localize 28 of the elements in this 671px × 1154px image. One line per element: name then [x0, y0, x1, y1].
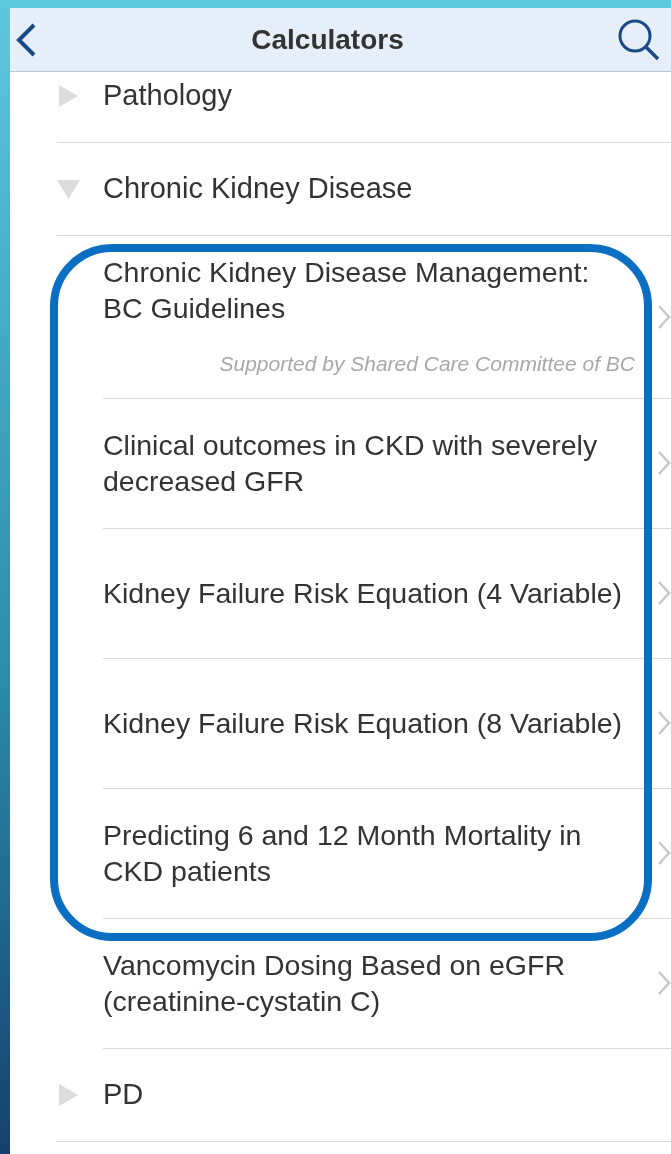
expand-triangle-icon[interactable]: [57, 1083, 80, 1106]
section-row[interactable]: PD: [57, 1048, 671, 1142]
list-item[interactable]: Clinical outcomes in CKD with severely decreased GFR: [103, 398, 671, 529]
search-icon[interactable]: [617, 17, 661, 62]
list-item[interactable]: Kidney Failure Risk Equation (8 Variable): [103, 658, 671, 789]
item-title: Clinical outcomes in CKD with severely decreased GFR: [103, 428, 599, 499]
item-title: Kidney Failure Risk Equation (4 Variable): [103, 576, 624, 611]
list-item[interactable]: Chronic Kidney Disease Management: BC Guidelines Supported by Shared Care Committee of BC: [103, 236, 671, 399]
item-title: Predicting 6 and 12 Month Mortality in CKD patients: [103, 818, 583, 889]
chevron-icon: [657, 580, 671, 606]
chevron-icon: [657, 303, 671, 330]
chevron-icon: [657, 450, 671, 476]
expand-triangle-icon[interactable]: [57, 85, 80, 107]
screen-title: Calculators: [251, 22, 404, 57]
list-item[interactable]: Vancomycin Dosing Based on eGFR (creatinine-cystatin C): [103, 918, 671, 1049]
section-row[interactable]: Pathology: [57, 72, 671, 143]
collapse-triangle-icon[interactable]: [57, 178, 80, 200]
list-item[interactable]: Kidney Failure Risk Equation (4 Variable): [103, 528, 671, 659]
chevron-icon: [657, 840, 671, 866]
item-title: Chronic Kidney Disease Management: BC Guidelines: [103, 255, 591, 326]
item-title: Kidney Failure Risk Equation (8 Variable): [103, 706, 624, 741]
chevron-icon: [657, 710, 671, 736]
chevron-icon: [657, 970, 671, 996]
back-icon[interactable]: [14, 21, 38, 58]
item-subtitle: Supported by Shared Care Committee of BC: [218, 351, 635, 377]
section-row[interactable]: Chronic Kidney Disease: [57, 143, 671, 236]
item-title: Vancomycin Dosing Based on eGFR (creatinine-cystatin C): [103, 948, 567, 1019]
list-item[interactable]: Predicting 6 and 12 Month Mortality in CKD patients: [103, 788, 671, 919]
